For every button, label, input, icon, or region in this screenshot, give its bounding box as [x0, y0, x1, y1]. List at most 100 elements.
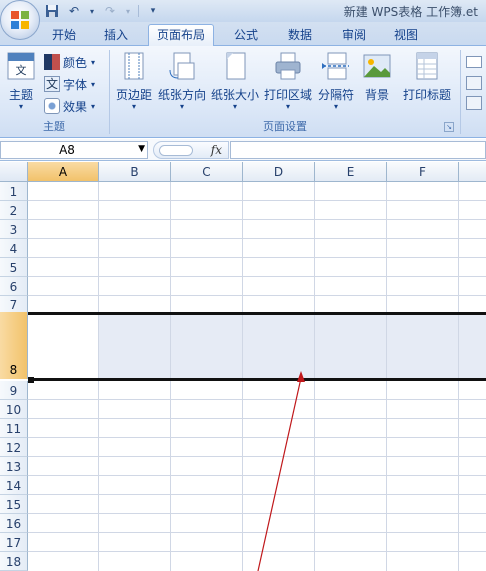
gridline	[28, 238, 486, 239]
gridline	[28, 219, 486, 220]
column-header-f[interactable]: F	[387, 162, 459, 182]
ribbon-tab-bar: 开始 插入 页面布局 公式 数据 审阅 视图	[0, 22, 486, 47]
row-header-16[interactable]: 16	[0, 514, 28, 533]
select-all-corner[interactable]	[0, 162, 28, 182]
chevron-down-icon: ▾	[18, 102, 23, 111]
margins-button[interactable]: 页边距 ▾	[115, 50, 153, 116]
gridline	[28, 257, 486, 258]
print-area-button[interactable]: 打印区域 ▾	[263, 50, 313, 116]
scale-to-fit-icon[interactable]	[466, 56, 482, 68]
row-header-2[interactable]: 2	[0, 201, 28, 220]
resize-handle[interactable]	[28, 377, 34, 383]
row-header-4[interactable]: 4	[0, 239, 28, 258]
gridline	[28, 276, 486, 277]
effects-button[interactable]: 效果 ▾	[44, 96, 95, 116]
row-header-1[interactable]: 1	[0, 182, 28, 201]
group-label-themes: 主题	[43, 120, 65, 133]
group-separator	[460, 50, 461, 134]
gridline	[28, 418, 486, 419]
gridline	[28, 200, 486, 201]
tab-home[interactable]: 开始	[44, 25, 84, 46]
chevron-down-icon: ▾	[91, 57, 96, 67]
chevron-down-icon: ▾	[179, 102, 184, 111]
fonts-icon: 文	[44, 76, 60, 92]
row-header-13[interactable]: 13	[0, 457, 28, 476]
active-cell[interactable]	[28, 315, 98, 379]
gridline	[28, 456, 486, 457]
gridline	[28, 437, 486, 438]
background-image-icon	[363, 54, 391, 78]
chevron-down-icon: ▾	[91, 79, 96, 89]
orientation-button[interactable]: 纸张方向 ▾	[157, 50, 207, 116]
size-button[interactable]: 纸张大小 ▾	[210, 50, 260, 116]
customize-qat-icon[interactable]: ▾	[145, 3, 161, 19]
column-header-e[interactable]: E	[315, 162, 387, 182]
undo-icon[interactable]: ↶	[66, 3, 82, 19]
row-header-3[interactable]: 3	[0, 220, 28, 239]
row-header-10[interactable]: 10	[0, 400, 28, 419]
column-header-d[interactable]: D	[243, 162, 315, 182]
tab-view[interactable]: 视图	[386, 25, 426, 46]
column-header-c[interactable]: C	[171, 162, 243, 182]
redo-icon[interactable]: ↷	[102, 3, 118, 19]
row-header-5[interactable]: 5	[0, 258, 28, 277]
save-icon[interactable]	[44, 3, 60, 19]
formula-toggle-handle[interactable]	[159, 145, 193, 156]
colors-label: 颜色	[63, 55, 88, 70]
themes-button[interactable]: 文 主题 ▾	[3, 50, 39, 116]
print-titles-icon	[416, 52, 438, 80]
row-header-12[interactable]: 12	[0, 438, 28, 457]
breaks-label: 分隔符	[317, 88, 354, 102]
gridline	[28, 295, 486, 296]
tab-review[interactable]: 审阅	[334, 25, 374, 46]
background-button[interactable]: 背景	[360, 50, 394, 116]
colors-button[interactable]: 颜色 ▾	[44, 52, 95, 72]
width-icon[interactable]	[466, 76, 482, 90]
worksheet-grid[interactable]: A B C D E F 1 2 3 4 5 6 7 8 9 10 11 12 1…	[0, 162, 486, 571]
selected-row-highlight	[98, 315, 486, 379]
tab-formulas[interactable]: 公式	[226, 25, 266, 46]
column-header-b[interactable]: B	[99, 162, 171, 182]
row-header-15[interactable]: 15	[0, 495, 28, 514]
print-titles-button[interactable]: 打印标题	[398, 50, 456, 116]
column-header-partial[interactable]	[459, 162, 486, 182]
fonts-label: 字体	[63, 77, 88, 92]
undo-dropdown-icon[interactable]: ▾	[88, 3, 96, 19]
row-header-18[interactable]: 18	[0, 552, 28, 571]
name-box[interactable]: A8 ▼	[0, 141, 148, 159]
row-resize-guide-top	[28, 312, 486, 315]
effects-icon	[44, 98, 60, 114]
row-header-9[interactable]: 9	[0, 381, 28, 400]
chevron-down-icon: ▾	[131, 102, 136, 111]
gridline	[28, 475, 486, 476]
print-titles-label: 打印标题	[402, 88, 451, 102]
page-setup-dialog-launcher-icon[interactable]: ↘	[444, 122, 454, 132]
column-header-a[interactable]: A	[28, 162, 99, 182]
tab-page-layout[interactable]: 页面布局	[148, 24, 214, 47]
office-button[interactable]	[0, 0, 40, 40]
ribbon: 文 主题 ▾ 颜色 ▾ 文 字体 ▾ 效果 ▾ 主题 页边距 ▾ 纸张方向 ▾ …	[0, 46, 486, 138]
name-box-value: A8	[59, 143, 75, 157]
orientation-label: 纸张方向	[157, 88, 206, 102]
document-title: 新建 WPS表格 工作簿.et	[343, 5, 478, 19]
redo-dropdown-icon[interactable]: ▾	[124, 3, 132, 19]
insert-function-icon[interactable]: fx	[211, 143, 222, 157]
row-header-6[interactable]: 6	[0, 277, 28, 296]
themes-label: 主题	[8, 88, 33, 102]
row-header-17[interactable]: 17	[0, 533, 28, 552]
chevron-down-icon: ▾	[232, 102, 237, 111]
height-icon[interactable]	[466, 96, 482, 110]
margins-icon	[124, 52, 144, 80]
row-header-11[interactable]: 11	[0, 419, 28, 438]
size-label: 纸张大小	[210, 88, 259, 102]
fonts-button[interactable]: 文 字体 ▾	[44, 74, 95, 94]
formula-controls: fx	[153, 141, 229, 159]
row-header-14[interactable]: 14	[0, 476, 28, 495]
tab-insert[interactable]: 插入	[96, 25, 136, 46]
chevron-down-icon[interactable]: ▼	[138, 144, 145, 154]
formula-input[interactable]	[230, 141, 486, 159]
row-header-8[interactable]: 8	[0, 312, 28, 379]
tab-data[interactable]: 数据	[280, 25, 320, 46]
page-break-icon	[322, 52, 349, 80]
breaks-button[interactable]: 分隔符 ▾	[317, 50, 355, 116]
